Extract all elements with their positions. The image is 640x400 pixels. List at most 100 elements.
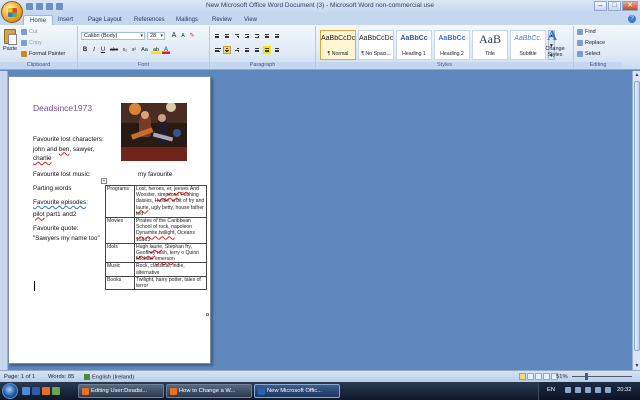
multilevel-list-icon[interactable] xyxy=(233,32,241,40)
increase-indent-icon[interactable] xyxy=(253,32,261,40)
font-size-dropdown[interactable]: 28 xyxy=(147,32,165,40)
paste-button-label[interactable]: Paste xyxy=(3,46,17,52)
font-color-button[interactable]: A xyxy=(162,46,170,54)
taskbar-button-browser-1[interactable]: Editing User:Deadsi... xyxy=(78,384,164,398)
subscript-button[interactable]: x₂ xyxy=(121,46,129,54)
font-format-buttons: B I U abc x₂ x² Aa ab A xyxy=(81,46,170,54)
minimize-button[interactable]: – xyxy=(594,1,607,11)
table-move-handle-icon[interactable]: + xyxy=(101,178,107,184)
show-desktop-icon[interactable] xyxy=(22,387,30,395)
tab-insert[interactable]: Insert xyxy=(52,15,79,25)
firefox-icon[interactable] xyxy=(42,387,50,395)
update-icon[interactable] xyxy=(595,387,601,393)
clear-formatting-icon[interactable]: ✎ xyxy=(188,32,196,40)
input-language[interactable]: EN xyxy=(547,387,555,393)
tab-view[interactable]: View xyxy=(238,15,263,25)
favourites-table[interactable]: Programs Lost, heroes, er, jeeves And Woo… xyxy=(105,184,207,291)
word-count[interactable]: Words: 85 xyxy=(48,374,74,380)
change-case-button[interactable]: Aa xyxy=(139,46,150,54)
maximize-button[interactable]: □ xyxy=(608,1,621,11)
ie-icon[interactable] xyxy=(32,387,40,395)
band-photo[interactable] xyxy=(121,103,187,161)
change-styles-button[interactable]: A Change Styles xyxy=(538,26,574,62)
tab-home[interactable]: Home xyxy=(23,15,54,25)
vertical-scrollbar[interactable]: ▲ ▼ xyxy=(632,71,640,370)
network-icon[interactable] xyxy=(565,387,571,393)
strikethrough-button[interactable]: abc xyxy=(108,46,120,54)
line-spacing-icon[interactable] xyxy=(253,46,261,54)
window-title: New Microsoft Office Word Document (3) -… xyxy=(206,2,434,9)
page-count[interactable]: Page: 1 of 1 xyxy=(4,374,35,380)
style-title[interactable]: AaB Title xyxy=(472,30,508,60)
battery-icon[interactable] xyxy=(605,387,611,393)
language-status[interactable]: English (Ireland) xyxy=(84,374,134,381)
zoom-slider[interactable] xyxy=(572,376,632,377)
scroll-thumb[interactable] xyxy=(634,81,640,351)
shrink-font-button[interactable]: A xyxy=(179,32,187,40)
taskbar-button-word[interactable]: New Microsoft Offic... xyxy=(254,384,340,398)
font-name-dropdown[interactable]: Calibri (Body) xyxy=(81,32,145,40)
replace-label: Replace xyxy=(585,40,606,46)
align-center-icon[interactable] xyxy=(223,46,231,54)
italic-button[interactable]: I xyxy=(90,46,98,54)
style-normal[interactable]: AaBbCcDc ¶ Normal xyxy=(320,30,356,60)
tab-page-layout[interactable]: Page Layout xyxy=(82,15,128,25)
close-button[interactable]: ✕ xyxy=(622,1,638,11)
find-button[interactable]: Find xyxy=(577,29,596,35)
cut-button[interactable]: Cut xyxy=(21,29,38,35)
replace-button[interactable]: Replace xyxy=(577,40,605,46)
paste-icon[interactable] xyxy=(4,29,17,45)
web-layout-icon[interactable] xyxy=(535,373,542,380)
media-icon[interactable] xyxy=(52,387,60,395)
justify-icon[interactable] xyxy=(243,46,251,54)
taskbar-button-browser-2[interactable]: How to Change a W... xyxy=(166,384,252,398)
decrease-indent-icon[interactable] xyxy=(243,32,251,40)
security-icon[interactable] xyxy=(585,387,591,393)
align-left-icon[interactable] xyxy=(213,46,221,54)
print-layout-icon[interactable] xyxy=(519,373,526,380)
scroll-up-icon[interactable]: ▲ xyxy=(633,71,640,79)
volume-icon[interactable] xyxy=(575,387,581,393)
sort-icon[interactable] xyxy=(263,32,271,40)
tab-mailings[interactable]: Mailings xyxy=(170,15,204,25)
find-label: Find xyxy=(585,29,596,35)
help-icon[interactable]: ? xyxy=(628,15,636,23)
full-screen-reading-icon[interactable] xyxy=(527,373,534,380)
select-button[interactable]: Select xyxy=(577,51,600,57)
clock[interactable]: 20:32 xyxy=(617,387,632,393)
misspelled-word: emerson xyxy=(154,256,175,263)
characters-label: Favourite lost characters: xyxy=(33,136,104,143)
style-heading-2[interactable]: AaBbCc Heading 2 xyxy=(434,30,470,60)
start-button[interactable] xyxy=(2,383,18,399)
office-button[interactable] xyxy=(1,1,23,23)
zoom-level[interactable]: 51% xyxy=(556,374,568,380)
style-no-spacing[interactable]: AaBbCcDc ¶ No Spaci... xyxy=(358,30,394,60)
document-page[interactable]: Deadsince1973 Favourite lost characters:… xyxy=(8,76,211,364)
highlight-button[interactable]: ab xyxy=(151,46,161,54)
bullets-icon[interactable] xyxy=(213,32,221,40)
copy-button[interactable]: Copy xyxy=(21,40,42,46)
table-row-value: Hugh laurie, Stephan fry, Geoffrey rush,… xyxy=(134,242,207,264)
tab-references[interactable]: References xyxy=(128,15,171,25)
shading-icon[interactable] xyxy=(263,46,271,54)
numbering-icon[interactable] xyxy=(223,32,231,40)
paintbrush-icon xyxy=(21,51,27,57)
show-formatting-marks-icon[interactable] xyxy=(273,32,281,40)
align-right-icon[interactable] xyxy=(233,46,241,54)
style-preview: AaBbCcDc xyxy=(321,35,355,42)
bold-button[interactable]: B xyxy=(81,46,89,54)
borders-icon[interactable] xyxy=(273,46,281,54)
copy-label: Copy xyxy=(29,40,42,46)
scroll-down-icon[interactable]: ▼ xyxy=(633,362,640,370)
superscript-button[interactable]: x² xyxy=(130,46,138,54)
list-buttons xyxy=(213,32,281,40)
style-heading-1[interactable]: AaBbCc Heading 1 xyxy=(396,30,432,60)
tab-review[interactable]: Review xyxy=(206,15,238,25)
grow-font-button[interactable]: A xyxy=(170,32,178,40)
underline-button[interactable]: U xyxy=(99,46,107,54)
zoom-slider-thumb[interactable] xyxy=(584,373,588,380)
scissors-icon xyxy=(21,29,27,35)
format-painter-button[interactable]: Format Painter xyxy=(21,51,65,57)
outline-icon[interactable] xyxy=(543,373,550,380)
table-resize-handle[interactable] xyxy=(206,313,209,316)
